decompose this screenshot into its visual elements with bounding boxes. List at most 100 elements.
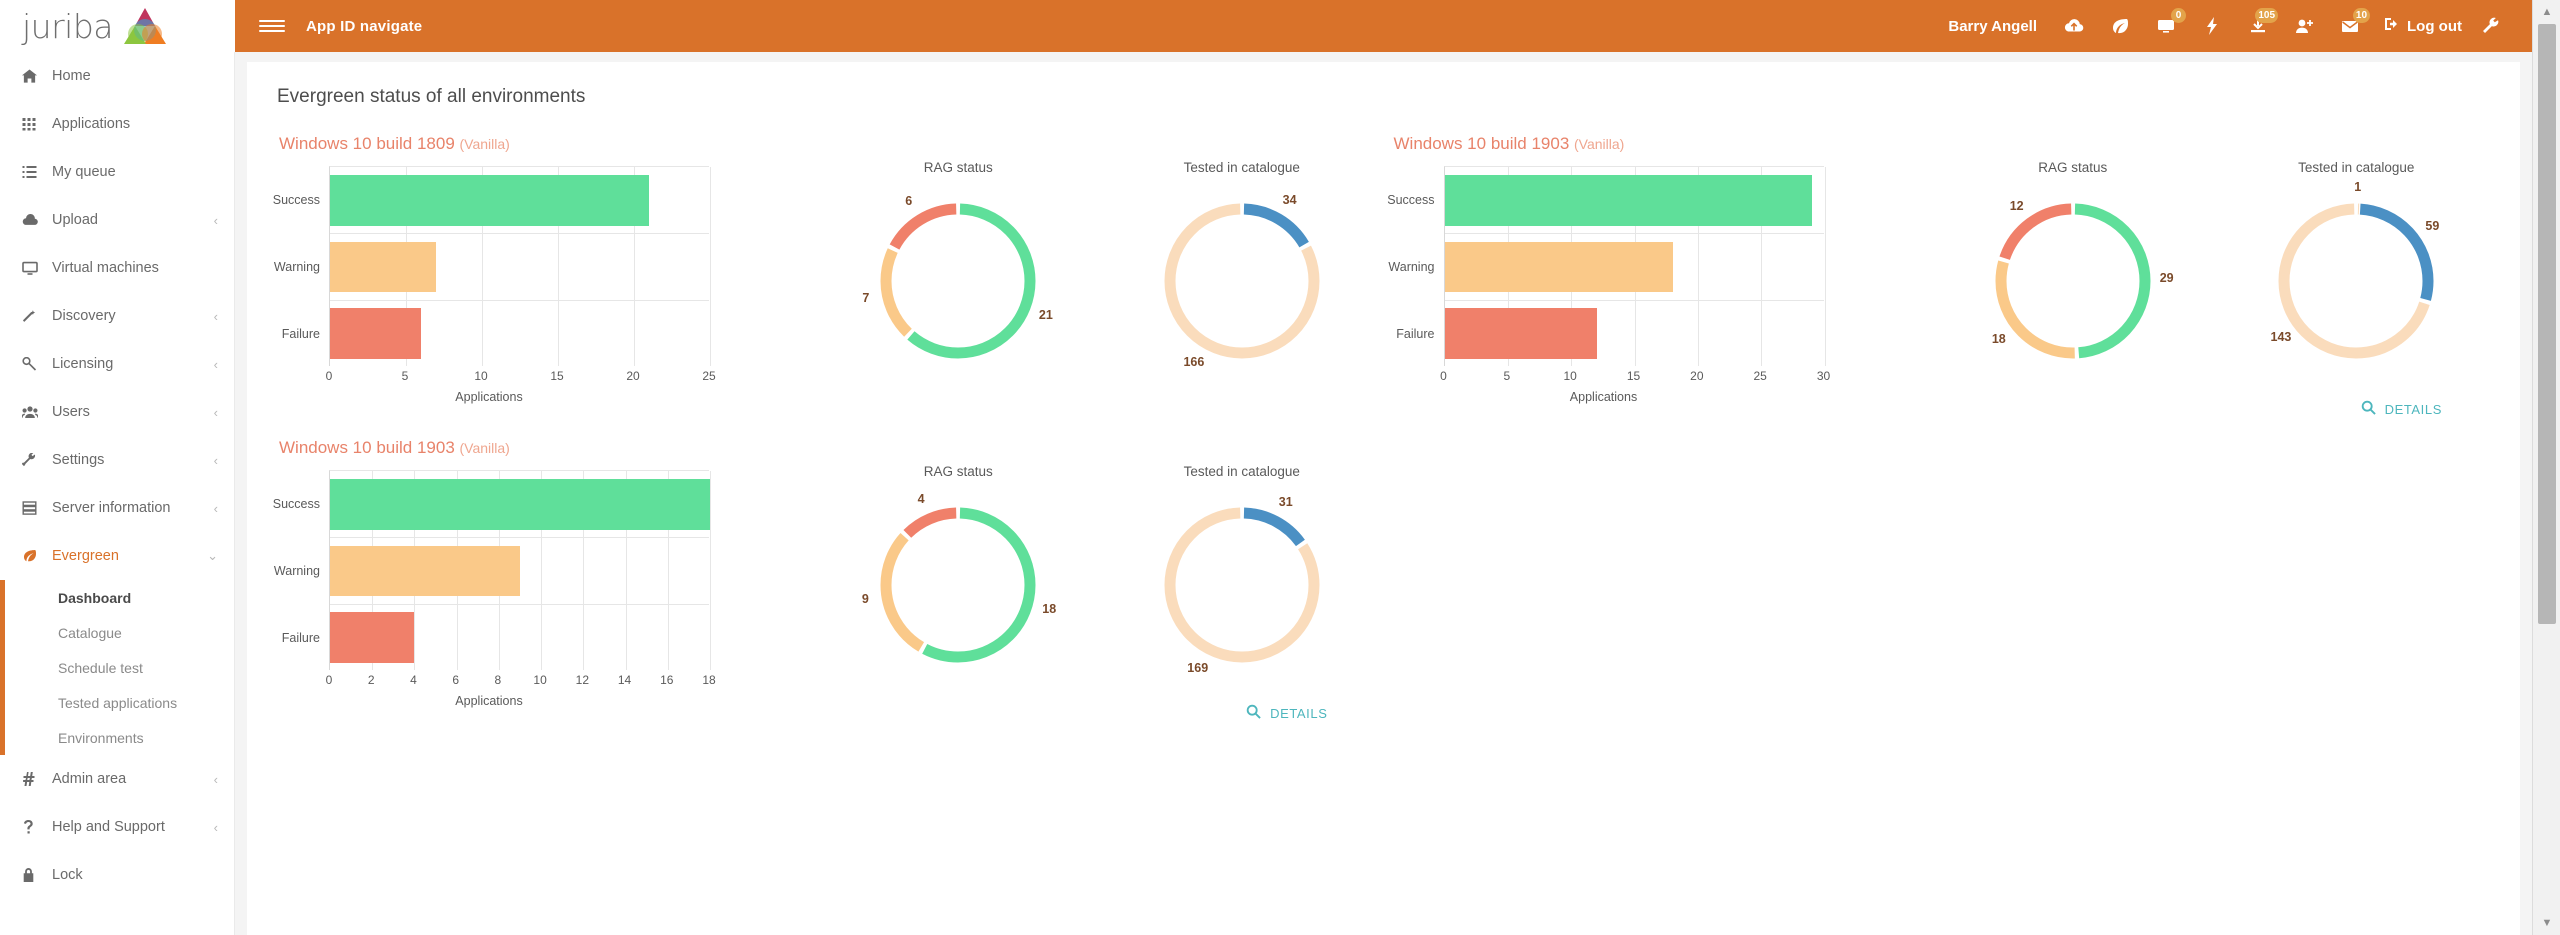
chevron-left-icon[interactable]: ‹ [214,309,218,324]
bar-category-label: Success [1387,193,1434,207]
sidebar-item-label: Applications [52,116,234,132]
x-axis-tick: 0 [1440,369,1447,383]
bolt-icon[interactable] [2189,6,2235,46]
chevron-left-icon[interactable]: ‹ [214,501,218,516]
chevron-left-icon[interactable]: ‹ [214,820,218,835]
monitor-icon[interactable]: 0 [2143,6,2189,46]
chevron-left-icon[interactable]: ‹ [214,405,218,420]
donut-chart-container: Tested in catalogue31169 [1100,458,1384,685]
logout-button[interactable]: Log out [2383,16,2462,36]
scrollbar-thumb[interactable] [2538,24,2556,624]
sidebar-subitem-dashboard[interactable]: Dashboard [0,580,234,615]
scrollbar-down-arrow-icon[interactable]: ▼ [2533,911,2560,935]
donut-value-label: 166 [1183,355,1204,369]
envelope-icon[interactable]: 10 [2327,6,2373,46]
sidebar-subitem-schedule-test[interactable]: Schedule test [0,650,234,685]
sidebar-subitem-label: Catalogue [58,625,122,641]
donut-value-label: 18 [1042,602,1056,616]
sidebar-item-licensing[interactable]: Licensing‹ [0,340,234,388]
bar-category-label: Success [273,497,320,511]
sidebar-item-home[interactable]: Home [0,52,234,100]
bar-success[interactable] [330,175,649,226]
brand-logo[interactable]: juriba [0,0,235,52]
bar-success[interactable] [1445,175,1812,226]
cloud-upload-icon[interactable] [2051,6,2097,46]
x-axis-tick: 0 [326,673,333,687]
scrollbar-up-arrow-icon[interactable]: ▲ [2533,0,2560,24]
donut-value-label: 9 [862,592,869,606]
sidebar-item-users[interactable]: Users‹ [0,388,234,436]
page-scrollbar[interactable]: ▲ ▼ [2532,0,2560,935]
wrench-icon[interactable] [2468,6,2514,46]
x-axis-tick: 15 [1627,369,1640,383]
chevron-left-icon[interactable]: ‹ [214,453,218,468]
sidebar-item-applications[interactable]: Applications [0,100,234,148]
panel-subtitle: (Vanilla) [460,440,510,456]
hamburger-icon[interactable] [259,20,285,32]
chevron-left-icon[interactable]: ‹ [214,213,218,228]
bar-chart-container: SuccessWarningFailure0510152025Applicati… [269,154,816,394]
download-icon[interactable]: 105 [2235,6,2281,46]
donut-title: Tested in catalogue [1100,160,1384,175]
monitor-badge: 0 [2171,8,2186,23]
grid-icon [22,117,52,131]
bar-success[interactable] [330,479,710,530]
donut-chart-container: RAG status2176 [816,154,1100,381]
sidebar-item-server-information[interactable]: Server information‹ [0,484,234,532]
donut-value-label: 169 [1187,661,1208,675]
x-axis-tick: 18 [702,673,715,687]
x-axis-tick: 0 [326,369,333,383]
cloud-upload-icon [22,213,52,227]
donut-value-label: 29 [2160,271,2174,285]
sidebar-item-virtual-machines[interactable]: Virtual machines [0,244,234,292]
bar-warning[interactable] [330,546,520,597]
chevron-left-icon[interactable]: ‹ [214,357,218,372]
chevron-down-icon[interactable]: ⌄ [207,548,218,564]
details-link[interactable]: DETAILS [1246,704,1327,722]
donut-value-label: 4 [918,492,925,506]
sidebar-item-help-and-support[interactable]: Help and Support‹ [0,803,234,851]
user-name[interactable]: Barry Angell [1948,18,2037,35]
bar-warning[interactable] [330,242,436,293]
logout-icon [2383,16,2400,36]
user-add-icon[interactable] [2281,6,2327,46]
bar-row: Success [330,471,709,538]
bar-failure[interactable] [1445,308,1597,359]
sidebar-item-label: My queue [52,164,234,180]
leaf-icon[interactable] [2097,6,2143,46]
sidebar-item-discovery[interactable]: Discovery‹ [0,292,234,340]
sidebar-subitem-environments[interactable]: Environments [0,720,234,755]
donut-chart: 31169 [1142,485,1342,685]
bar-failure[interactable] [330,308,421,359]
users-icon [22,405,52,419]
sidebar-item-evergreen[interactable]: Evergreen⌄ [0,532,234,580]
bar-failure[interactable] [330,612,414,663]
application-window: juriba App ID navigate Barry Angell [0,0,2560,935]
sidebar-subitem-tested-applications[interactable]: Tested applications [0,685,234,720]
sidebar-item-settings[interactable]: Settings‹ [0,436,234,484]
donut-chart: 34166 [1142,181,1342,381]
bar-row: Success [1445,167,1824,234]
key-icon [22,357,52,371]
sidebar-item-label: Settings [52,452,214,468]
bar-row: Failure [330,604,709,671]
sidebar-item-admin-area[interactable]: Admin area‹ [0,755,234,803]
bar-warning[interactable] [1445,242,1673,293]
details-link[interactable]: DETAILS [2361,400,2442,418]
x-axis-label: Applications [299,694,679,708]
sidebar-item-lock[interactable]: Lock [0,851,234,899]
home-icon [22,69,52,83]
x-axis-tick: 20 [626,369,639,383]
x-axis-tick: 30 [1817,369,1830,383]
sidebar-item-my-queue[interactable]: My queue [0,148,234,196]
sidebar-item-upload[interactable]: Upload‹ [0,196,234,244]
lock-icon [22,868,52,882]
bar-row: Warning [330,538,709,605]
sidebar-subitem-catalogue[interactable]: Catalogue [0,615,234,650]
topbar-title: App ID navigate [306,18,422,35]
sidebar-item-label: Help and Support [52,819,214,835]
juriba-triangle-logo-icon [122,6,168,46]
chevron-left-icon[interactable]: ‹ [214,772,218,787]
panel-title: Windows 10 build 1903 (Vanilla) [1394,134,2499,154]
sidebar-subitem-label: Dashboard [58,590,131,606]
